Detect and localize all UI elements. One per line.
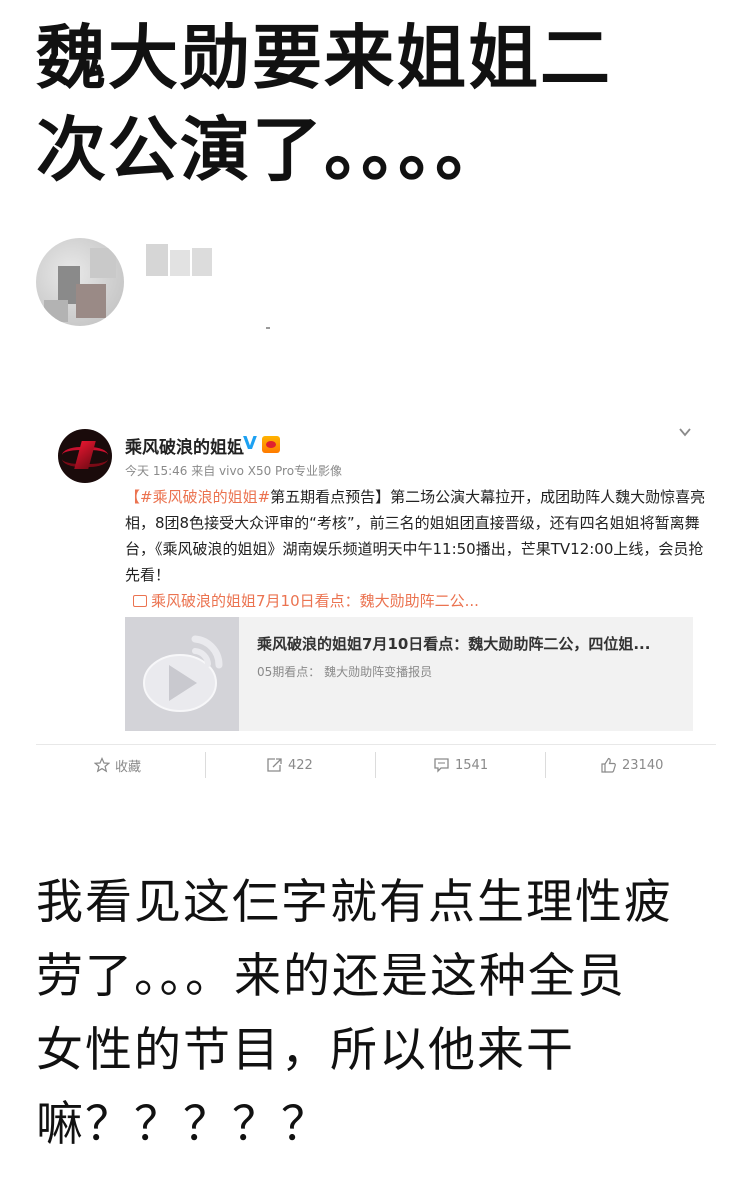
repost-count: 422: [288, 757, 313, 773]
favorite-label: 收藏: [115, 759, 142, 775]
repost-button[interactable]: 422: [266, 755, 313, 775]
like-button[interactable]: 23140: [600, 755, 663, 775]
comment-line-4: 嘛？？？？？: [36, 1097, 330, 1152]
headline-line-1: 魏大勋要来姐姐二: [36, 17, 612, 99]
poster-avatar-blurred[interactable]: [36, 238, 124, 326]
post-body: 【#乘风破浪的姐姐#第五期看点预告】第二场公演大幕拉开，成团助阵人魏大勋惊喜亮相…: [125, 484, 710, 588]
video-title: 乘风破浪的姐姐7月10日看点：魏大勋助阵二公，四位姐...: [257, 635, 651, 653]
hashtag-link[interactable]: 【#乘风破浪的姐姐#: [125, 488, 270, 506]
comment-line-2: 劳了。。。来的还是这种全员: [36, 949, 626, 1004]
account-avatar[interactable]: [58, 429, 112, 483]
video-icon: [133, 595, 147, 607]
headline: 魏大勋要来姐姐二 次公演了。。。。: [36, 12, 726, 196]
chevron-down-icon[interactable]: [678, 424, 692, 438]
video-link-text: 乘风破浪的姐姐7月10日看点：魏大勋助阵二公...: [151, 592, 479, 610]
comment-button[interactable]: 1541: [433, 755, 488, 775]
comment-line-1: 我看见这仨字就有点生理性疲: [36, 875, 673, 930]
favorite-button[interactable]: 收藏: [94, 755, 141, 775]
star-icon: [94, 757, 110, 773]
verified-badge-icon: V: [240, 434, 260, 454]
action-separator: [375, 752, 376, 778]
like-count: 23140: [622, 757, 664, 773]
video-card[interactable]: 乘风破浪的姐姐7月10日看点：魏大勋助阵二公，四位姐... 05期看点： 魏大勋…: [125, 617, 693, 731]
video-subtitle: 05期看点： 魏大勋助阵变播报员: [257, 665, 433, 679]
comment-count: 1541: [455, 757, 489, 773]
post-meta: 今天 15:46 来自 vivo X50 Pro专业影像: [125, 464, 343, 478]
action-separator: [205, 752, 206, 778]
weibo-video-icon: [125, 617, 239, 731]
action-separator: [545, 752, 546, 778]
account-name[interactable]: 乘风破浪的姐姐: [125, 433, 244, 458]
repost-icon: [267, 758, 282, 772]
video-link[interactable]: 乘风破浪的姐姐7月10日看点：魏大勋助阵二公...: [133, 590, 479, 611]
vip-badge-icon: [262, 436, 280, 453]
card-divider: [36, 744, 716, 745]
comment-icon: [434, 758, 449, 773]
poster-name-blurred[interactable]: [146, 240, 216, 280]
comment-line-3: 女性的节目，所以他来干: [36, 1023, 575, 1078]
user-comment: 我看见这仨字就有点生理性疲 劳了。。。来的还是这种全员 女性的节目，所以他来干 …: [36, 866, 726, 1162]
divider-mark: [266, 327, 270, 329]
thumbs-up-icon: [601, 757, 616, 773]
headline-line-2: 次公演了。。。。: [36, 109, 507, 191]
